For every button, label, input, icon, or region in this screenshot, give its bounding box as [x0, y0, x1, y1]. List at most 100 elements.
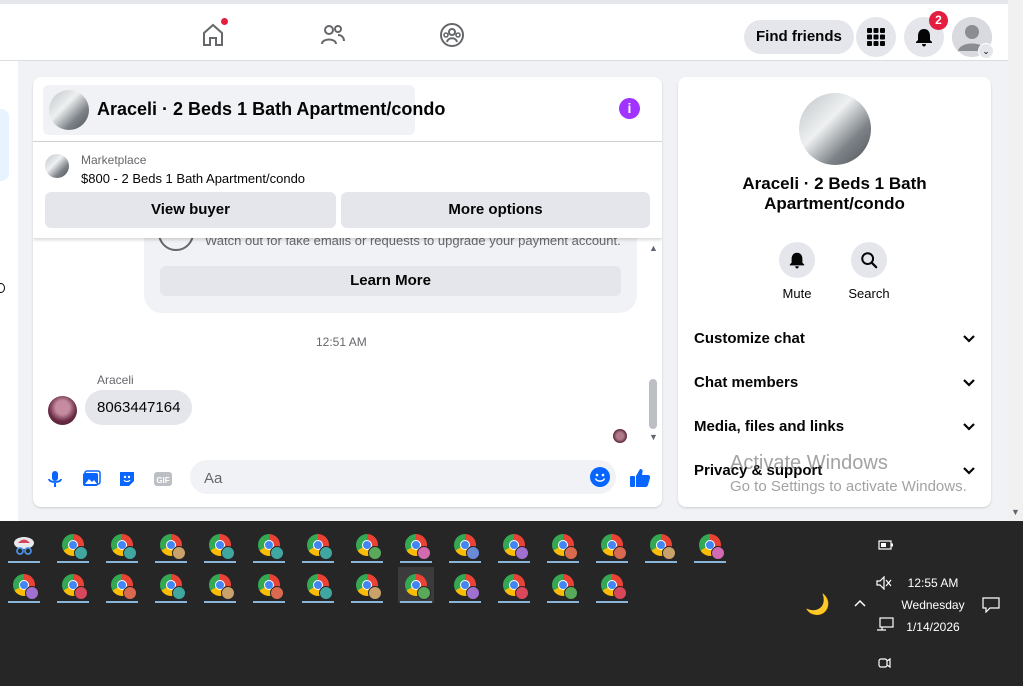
chat-scroll-up-arrow[interactable]: ▲ [649, 243, 658, 253]
marketplace-card: Marketplace $800 - 2 Beds 1 Bath Apartme… [33, 141, 662, 238]
chat-scrollbar-thumb[interactable] [649, 379, 657, 429]
chrome-profile-badge [466, 586, 480, 600]
taskbar-chrome-app[interactable] [398, 527, 434, 563]
chrome-profile-badge [25, 586, 39, 600]
taskbar-chrome-app[interactable] [251, 527, 287, 563]
taskbar-chrome-app[interactable] [153, 567, 189, 603]
chat-scroll-down-arrow[interactable]: ▼ [649, 432, 658, 442]
chrome-profile-badge [515, 586, 529, 600]
emoji-icon[interactable] [590, 467, 610, 487]
taskbar-chrome-app[interactable] [55, 527, 91, 563]
taskbar-chrome-app[interactable] [349, 527, 385, 563]
taskbar-chrome-app[interactable] [692, 527, 728, 563]
customize-chat-section[interactable]: Customize chat [694, 324, 976, 354]
taskbar-chrome-app[interactable] [104, 527, 140, 563]
info-icon[interactable]: i [619, 98, 640, 119]
taskbar-chrome-app[interactable] [300, 567, 336, 603]
chrome-icon [552, 534, 578, 560]
taskbar-chrome-app[interactable] [594, 567, 630, 603]
view-buyer-button[interactable]: View buyer [45, 192, 336, 228]
menu-grid-icon[interactable] [856, 17, 896, 57]
message-bubble[interactable]: 8063447164 [85, 390, 193, 425]
taskbar-chrome-app[interactable] [300, 527, 336, 563]
taskbar-chrome-app[interactable] [447, 567, 483, 603]
taskbar-chrome-app[interactable] [251, 567, 287, 603]
taskbar-chrome-app[interactable] [104, 567, 140, 603]
clock-time[interactable]: 12:55 AM [895, 576, 971, 590]
activate-windows-subtitle: Go to Settings to activate Windows. [730, 478, 967, 495]
taskbar-chrome-app[interactable] [55, 567, 91, 603]
taskbar-chrome-app[interactable] [545, 527, 581, 563]
taskbar-chrome-app[interactable] [6, 567, 42, 603]
account-avatar[interactable]: ⌄ [952, 17, 994, 59]
media-files-links-section[interactable]: Media, files and links [694, 412, 976, 442]
chat-title: Araceli · 2 Beds 1 Bath Apartment/condo [97, 99, 446, 119]
chrome-profile-badge [74, 546, 88, 560]
running-indicator [253, 601, 285, 603]
learn-more-button[interactable]: Learn More [160, 266, 621, 296]
action-center-icon[interactable] [982, 597, 1000, 618]
groups-icon[interactable] [438, 21, 466, 49]
taskbar-chrome-app[interactable] [594, 527, 630, 563]
night-light-icon[interactable]: 🌙 [805, 592, 830, 617]
running-indicator [302, 561, 334, 563]
chat-header[interactable]: Araceli · 2 Beds 1 Bath Apartment/condo [43, 85, 445, 135]
find-friends-button[interactable]: Find friends [744, 20, 854, 54]
taskbar-chrome-app[interactable] [202, 527, 238, 563]
info-panel-title: Araceli · 2 Beds 1 Bath Apartment/condo [742, 174, 927, 213]
photo-icon[interactable] [81, 469, 101, 489]
chrome-icon [111, 534, 137, 560]
chevron-down-icon [963, 335, 975, 343]
running-indicator [351, 561, 383, 563]
running-indicator [694, 561, 726, 563]
media-files-links-label: Media, files and links [694, 418, 845, 435]
search-button[interactable]: Search [839, 242, 899, 301]
mute-button[interactable]: Mute [767, 242, 827, 301]
sticker-icon[interactable] [117, 469, 137, 489]
chrome-icon [62, 534, 88, 560]
listing-profile-image[interactable] [799, 93, 871, 165]
chrome-icon [307, 574, 333, 600]
volume-muted-icon[interactable] [876, 575, 892, 595]
friends-icon[interactable] [319, 21, 347, 49]
taskbar-chrome-app[interactable] [398, 567, 434, 603]
network-icon[interactable] [876, 617, 894, 636]
show-hidden-icons-chevron-icon[interactable] [853, 595, 867, 613]
meet-now-icon[interactable] [877, 655, 891, 676]
battery-icon[interactable] [878, 538, 894, 556]
chrome-icon [503, 534, 529, 560]
scroll-down-arrow[interactable]: ▼ [1011, 507, 1020, 517]
taskbar-chrome-app[interactable] [349, 567, 385, 603]
taskbar-chrome-app[interactable] [202, 567, 238, 603]
taskbar-chrome-app[interactable] [545, 567, 581, 603]
top-nav-bar: Find friends 2 ⌄ [0, 0, 1008, 61]
taskbar-chrome-app[interactable] [496, 527, 532, 563]
running-indicator [400, 561, 432, 563]
notifications-button[interactable]: 2 [904, 11, 948, 57]
microphone-icon[interactable] [45, 469, 65, 489]
like-thumb-icon[interactable] [629, 467, 651, 489]
chrome-icon [209, 534, 235, 560]
gif-icon[interactable]: GIF [153, 469, 173, 489]
home-icon[interactable] [199, 18, 228, 49]
message-timestamp: 12:51 AM [316, 335, 367, 349]
message-input[interactable] [202, 460, 586, 496]
running-indicator [204, 561, 236, 563]
chat-members-section[interactable]: Chat members [694, 368, 976, 398]
more-options-button[interactable]: More options [341, 192, 650, 228]
taskbar-chrome-app[interactable] [496, 567, 532, 603]
running-indicator [596, 601, 628, 603]
page-scrollbar[interactable]: ▼ [1008, 0, 1023, 521]
taskbar-chrome-app[interactable] [153, 527, 189, 563]
running-indicator [8, 601, 40, 603]
sidebar-selected-item[interactable] [0, 109, 9, 181]
clock-date[interactable]: 1/14/2026 [895, 620, 971, 634]
taskbar-chrome-app[interactable] [447, 527, 483, 563]
sender-avatar[interactable] [48, 396, 77, 425]
clock-day[interactable]: Wednesday [895, 598, 971, 612]
taskbar-snipping-tool[interactable] [6, 527, 42, 563]
left-sidebar-edge [0, 61, 18, 521]
marketplace-label: Marketplace [81, 153, 147, 167]
taskbar-chrome-app[interactable] [643, 527, 679, 563]
chrome-profile-badge [221, 546, 235, 560]
